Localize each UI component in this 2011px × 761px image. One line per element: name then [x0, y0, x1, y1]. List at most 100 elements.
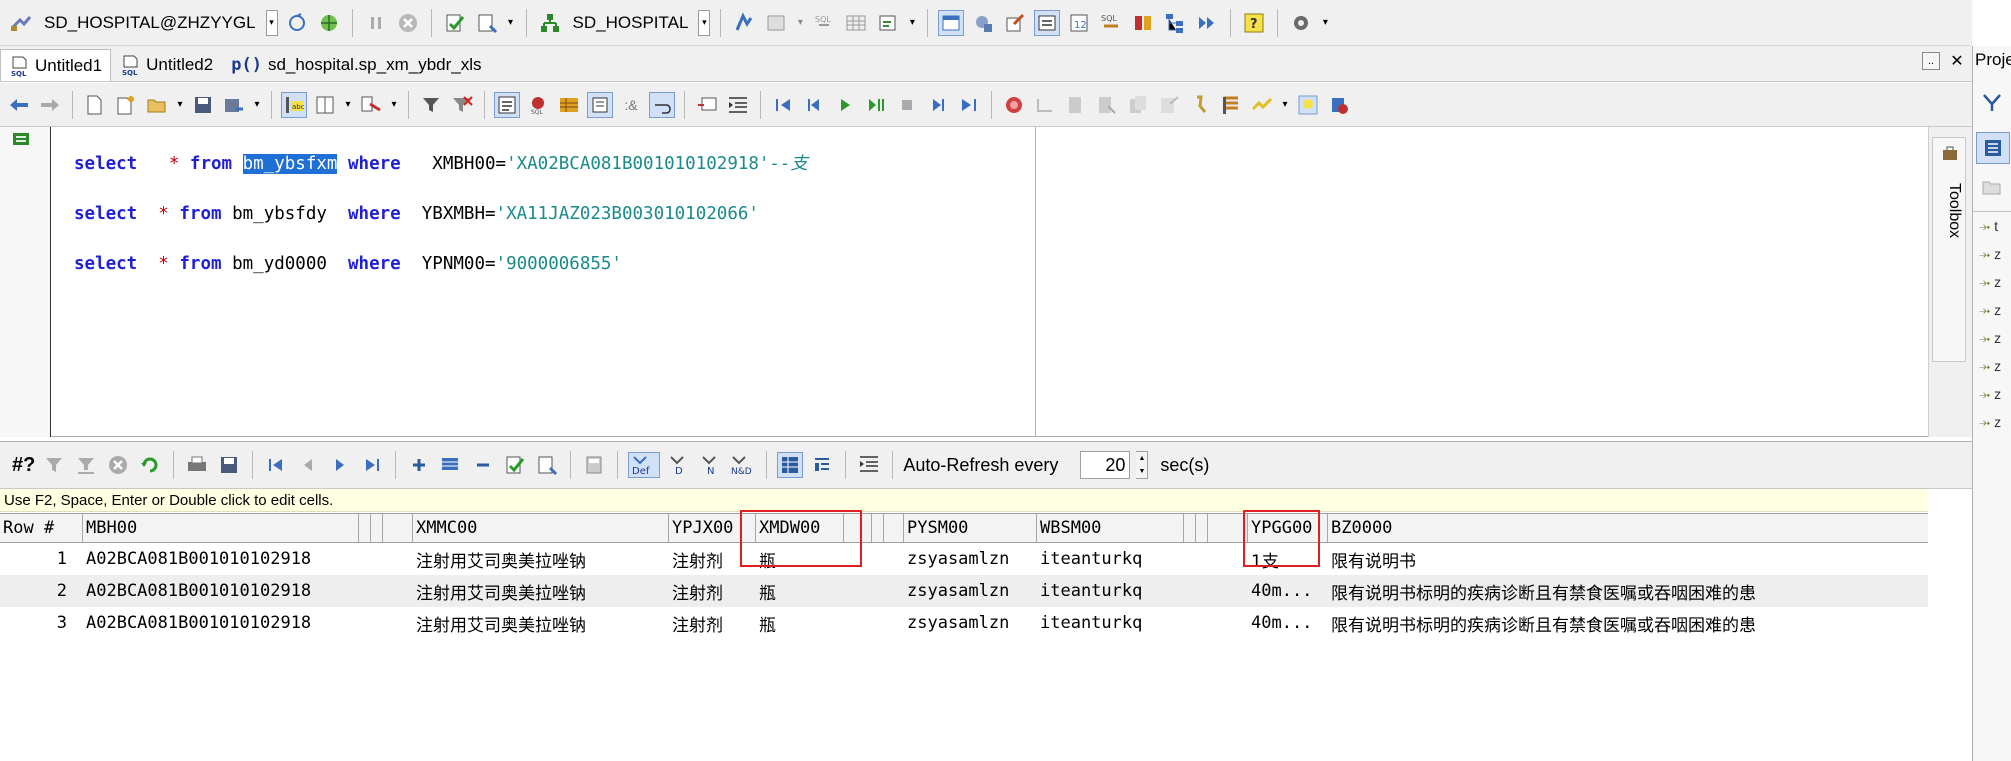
indent-icon[interactable]: [725, 92, 751, 118]
export-icon[interactable]: [875, 10, 901, 36]
auto-refresh-icon[interactable]: [856, 452, 882, 478]
table-row[interactable]: 1 A02BCA081B001010102918 注射用艾司奥美拉唑钠 注射剂 …: [0, 543, 1928, 575]
list-view-icon[interactable]: [1976, 132, 2010, 164]
cell-ypgg00[interactable]: 40m...: [1248, 575, 1328, 607]
cell-wbsm00[interactable]: iteanturkq: [1037, 543, 1184, 575]
watch-icon[interactable]: [1032, 92, 1058, 118]
dropdown-arrow-icon[interactable]: ▾: [795, 10, 805, 36]
cell-ypjx00[interactable]: 注射剂: [669, 543, 756, 575]
project-item[interactable]: ⤞ z: [1979, 274, 2001, 291]
stack-icon[interactable]: [1218, 92, 1244, 118]
debug-icon[interactable]: SQL: [525, 92, 551, 118]
page-icon[interactable]: [1094, 92, 1120, 118]
cell-xmbh00[interactable]: A02BCA081B001010102918: [83, 607, 359, 639]
grid-view-icon[interactable]: [843, 10, 869, 36]
cancel-query-icon[interactable]: [105, 452, 131, 478]
globe-icon[interactable]: [316, 10, 342, 36]
refresh-interval-spinner[interactable]: ▲ ▼: [1136, 451, 1149, 479]
project-item[interactable]: ⤞ z: [1979, 302, 2001, 319]
tab-procedure[interactable]: p() sd_hospital.sp_xm_ybdr_xls: [222, 49, 490, 81]
cell-ypgg00[interactable]: 40m...: [1248, 607, 1328, 639]
reconnect-icon[interactable]: [284, 10, 310, 36]
forward-arrow-icon[interactable]: [37, 92, 63, 118]
tab-untitled2[interactable]: SQL Untitled2: [111, 49, 222, 81]
cell-xmmc00[interactable]: 注射用艾司奥美拉唑钠: [413, 575, 669, 607]
column-header-hidden[interactable]: [844, 514, 872, 542]
dropdown-arrow-icon[interactable]: ▾: [252, 92, 262, 118]
open-folder-icon[interactable]: [144, 92, 170, 118]
pause-icon[interactable]: [363, 10, 389, 36]
table-icon[interactable]: [556, 92, 582, 118]
next-row-icon[interactable]: [327, 452, 353, 478]
run-icon[interactable]: [832, 92, 858, 118]
post-changes-icon[interactable]: [502, 452, 528, 478]
last-record-icon[interactable]: [956, 92, 982, 118]
next-record-icon[interactable]: [925, 92, 951, 118]
column-header-hidden[interactable]: [359, 514, 371, 542]
object-browser-icon[interactable]: [970, 10, 996, 36]
cell-xmdw00[interactable]: 瓶: [756, 575, 844, 607]
connection-icon[interactable]: [8, 10, 34, 36]
back-arrow-icon[interactable]: [6, 92, 32, 118]
print-icon[interactable]: [184, 452, 210, 478]
window-icon[interactable]: [938, 9, 965, 36]
ampersand-icon[interactable]: :&: [618, 92, 644, 118]
abc-toggle-icon[interactable]: abc: [281, 91, 307, 118]
editor-splitter[interactable]: [1035, 127, 1036, 437]
toolbox-tab[interactable]: Toolbox: [1932, 137, 1966, 362]
column-header-ypgg00[interactable]: YPGG00: [1248, 514, 1328, 542]
dropdown-arrow-icon[interactable]: ▾: [175, 92, 185, 118]
cell-pysm00[interactable]: zsyasamlzn: [904, 607, 1037, 639]
column-header-bz0000[interactable]: BZ0000: [1328, 514, 1928, 542]
bookmark-icon[interactable]: [1326, 92, 1352, 118]
stop-square-icon[interactable]: [894, 92, 920, 118]
project-item[interactable]: ⤞ z: [1979, 330, 2001, 347]
save-icon[interactable]: [190, 92, 216, 118]
cell-xmbh00[interactable]: A02BCA081B001010102918: [83, 543, 359, 575]
filter-grid-icon[interactable]: [41, 452, 67, 478]
form-mode-icon[interactable]: [809, 452, 835, 478]
column-header-wbsm00[interactable]: WBSM00: [1037, 514, 1184, 542]
cancel-changes-icon[interactable]: [534, 452, 560, 478]
save-as-icon[interactable]: [221, 92, 247, 118]
filter-tree-icon[interactable]: [1979, 90, 2005, 116]
clear-grid-filter-icon[interactable]: [73, 452, 99, 478]
run-to-icon[interactable]: [863, 92, 889, 118]
cell-bz0000[interactable]: 限有说明书标明的疾病诊断且有禁食医嘱或吞咽困难的患: [1328, 607, 1928, 639]
cell-wbsm00[interactable]: iteanturkq: [1037, 607, 1184, 639]
column-header-xmdw00[interactable]: XMDW00: [756, 514, 844, 542]
first-record-icon[interactable]: [770, 92, 796, 118]
binary-icon[interactable]: [763, 10, 789, 36]
close-tab-button[interactable]: ✕: [1948, 52, 1966, 70]
def-view-icon[interactable]: Def: [628, 452, 661, 478]
refresh-icon[interactable]: [137, 452, 163, 478]
table-row[interactable]: 2 A02BCA081B001010102918 注射用艾司奥美拉唑钠 注射剂 …: [0, 575, 1928, 607]
column-header-hidden[interactable]: [1196, 514, 1208, 542]
sql-window-icon[interactable]: [1034, 9, 1061, 36]
result-grid[interactable]: Row # MBH00 XMMC00 YPJX00 XMDW00 PYSM00 …: [0, 510, 1928, 761]
nd-view-icon[interactable]: N&D: [730, 452, 756, 478]
dropdown-arrow-icon[interactable]: ▾: [1280, 92, 1290, 118]
grid-mode-icon[interactable]: [777, 452, 804, 478]
session-icon[interactable]: [1130, 10, 1156, 36]
project-item[interactable]: ⤞ z: [1979, 386, 2001, 403]
prev-row-icon[interactable]: [295, 452, 321, 478]
project-item[interactable]: ⤞ t: [1979, 218, 1998, 235]
new-file-icon[interactable]: [82, 92, 108, 118]
connection-name[interactable]: SD_HOSPITAL@ZHZYYGL: [40, 13, 260, 33]
more-tabs-button[interactable]: ..: [1922, 52, 1940, 70]
copy-page-icon[interactable]: [1125, 92, 1151, 118]
insert-record-icon[interactable]: [406, 452, 432, 478]
cell-ypjx00[interactable]: 注射剂: [669, 607, 756, 639]
hint-icon[interactable]: [1295, 92, 1321, 118]
cell-pysm00[interactable]: zsyasamlzn: [904, 575, 1037, 607]
comment-icon[interactable]: [694, 92, 720, 118]
fast-forward-icon[interactable]: [1194, 10, 1220, 36]
sql-code[interactable]: select * from bm_ybsfxm where XMBH00='XA…: [74, 127, 808, 327]
schema-name[interactable]: SD_HOSPITAL: [569, 13, 693, 33]
sql-format-icon[interactable]: SQL: [811, 10, 837, 36]
filter-icon[interactable]: [418, 92, 444, 118]
refresh-interval-input[interactable]: 20: [1080, 451, 1131, 479]
save-results-icon[interactable]: [216, 452, 242, 478]
connection-dropdown-icon[interactable]: ▾: [265, 9, 278, 36]
